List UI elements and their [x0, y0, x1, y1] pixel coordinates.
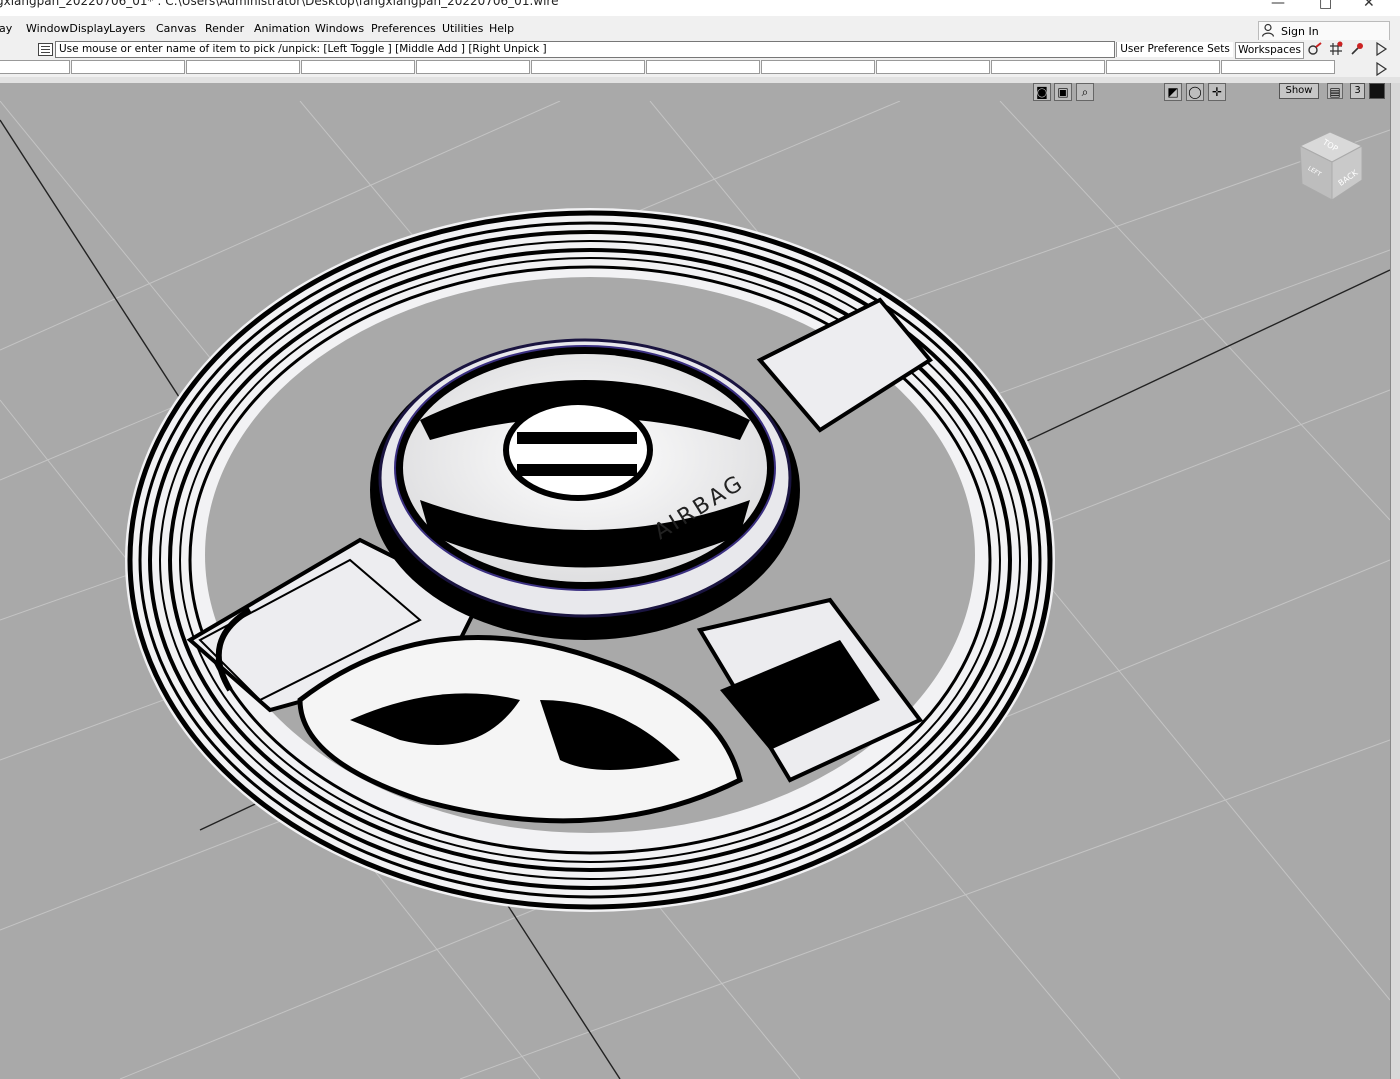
close-icon[interactable]: ✕	[1363, 0, 1375, 11]
sphere-icon[interactable]: ◯	[1186, 83, 1204, 101]
shade-icon[interactable]: ◩	[1164, 83, 1182, 101]
viewport-canvas[interactable]: AIRBAG	[0, 101, 1390, 1079]
view-cube[interactable]: TOP BACK LEFT	[1292, 128, 1368, 204]
menu-animation[interactable]: Animation	[254, 22, 310, 35]
menu-utilities[interactable]: Utilities	[442, 22, 483, 35]
expand-arrow-icon[interactable]	[1373, 41, 1389, 57]
window-title: gxiangpan_20220706_01* : C:\Users\Admini…	[0, 0, 559, 8]
shelf-slot[interactable]	[646, 60, 760, 74]
scrollbar[interactable]	[1390, 83, 1400, 1079]
layout-number[interactable]: 3	[1350, 83, 1365, 99]
shelf-bar	[0, 59, 1400, 77]
shelf-expand-icon[interactable]	[1373, 61, 1389, 77]
shelf-slot[interactable]	[0, 60, 70, 74]
shelf-slot[interactable]	[416, 60, 530, 74]
camera-icon[interactable]: ◙	[1033, 83, 1051, 101]
shelf-slot[interactable]	[876, 60, 990, 74]
user-preference-sets-button[interactable]: User Preference Sets	[1116, 42, 1233, 57]
minimize-icon[interactable]: —	[1271, 0, 1285, 11]
pick-tool-icon[interactable]	[1307, 41, 1323, 57]
grid-snap-icon[interactable]: ✛	[1208, 83, 1226, 101]
maximize-icon[interactable]: □	[1319, 0, 1332, 11]
snap-tool-icon[interactable]	[1328, 41, 1344, 57]
shelf-slot[interactable]	[301, 60, 415, 74]
prompt-line[interactable]: Use mouse or enter name of item to pick …	[55, 41, 1115, 58]
menu-layers[interactable]: Layers	[109, 22, 145, 35]
menu-windowdisplay[interactable]: WindowDisplay	[26, 22, 110, 35]
shelf-slot[interactable]	[531, 60, 645, 74]
steering-wheel-model: AIRBAG	[125, 208, 1055, 912]
film-icon[interactable]: ▣	[1054, 83, 1072, 101]
shelf-slot[interactable]	[761, 60, 875, 74]
menu-windows[interactable]: Windows	[315, 22, 364, 35]
shelf-slot[interactable]	[1106, 60, 1220, 74]
prompt-history-icon[interactable]	[38, 43, 53, 56]
menu-help[interactable]: Help	[489, 22, 514, 35]
lock-tool-icon[interactable]	[1349, 41, 1365, 57]
title-bar: gxiangpan_20220706_01* : C:\Users\Admini…	[0, 0, 1400, 16]
menu-canvas[interactable]: Canvas	[156, 22, 196, 35]
viewport-maximize-button[interactable]	[1369, 83, 1385, 99]
layout-icon[interactable]: ▤	[1327, 83, 1343, 99]
show-button[interactable]: Show	[1279, 83, 1319, 99]
menu-preferences[interactable]: Preferences	[371, 22, 436, 35]
workspaces-button[interactable]: Workspaces	[1235, 42, 1304, 59]
menu-render[interactable]: Render	[205, 22, 244, 35]
sign-in-label: Sign In	[1281, 25, 1319, 38]
shelf-slot[interactable]	[991, 60, 1105, 74]
shelf-slot[interactable]	[71, 60, 185, 74]
shelf-slot[interactable]	[186, 60, 300, 74]
zoom-icon[interactable]: ⌕	[1076, 83, 1094, 101]
user-icon	[1261, 23, 1275, 37]
menu-bar: ay WindowDisplay Layers Canvas Render An…	[0, 16, 1400, 40]
menu-display[interactable]: ay	[0, 22, 12, 35]
shelf-slot[interactable]	[1221, 60, 1335, 74]
sign-in-button[interactable]: Sign In	[1258, 21, 1390, 41]
